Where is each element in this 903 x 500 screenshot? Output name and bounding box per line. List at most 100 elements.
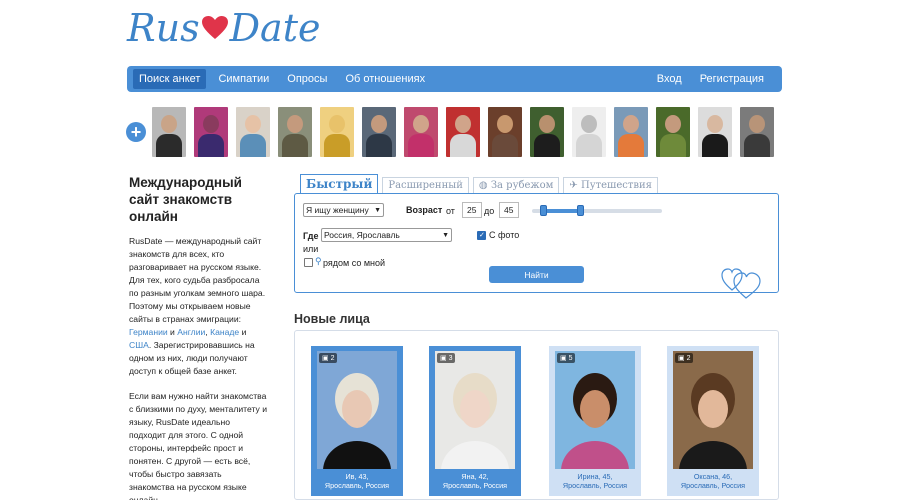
profile-thumbnail[interactable]: [698, 107, 732, 157]
profile-thumbnail[interactable]: [236, 107, 270, 157]
nav-search-profiles[interactable]: Поиск анкет: [133, 69, 207, 89]
link-usa[interactable]: США: [129, 340, 149, 350]
profile-thumbnail[interactable]: [152, 107, 186, 157]
tab-abroad[interactable]: ◍ За рубежом: [472, 177, 560, 194]
profile-card[interactable]: ▣ 3 Яна, 42, Ярославль, Россия: [429, 346, 521, 496]
thumbnail-body: [576, 134, 602, 157]
camera-icon: ▣: [678, 355, 685, 362]
logo-text-left: Rus: [127, 6, 200, 50]
profile-photo-image: [323, 373, 391, 469]
age-from-input[interactable]: 25: [462, 202, 482, 218]
nav-sympathies[interactable]: Симпатии: [212, 69, 275, 89]
chevron-down-icon: ▼: [374, 206, 381, 214]
thumbnail-body: [156, 134, 182, 157]
thumbnail-body: [450, 134, 476, 157]
intro-text-part: . Зарегистрировавшись на одном из них, л…: [129, 340, 255, 376]
seek-select[interactable]: Я ищу женщину ▼: [303, 203, 384, 217]
profile-city: Ярославль, Россия: [324, 481, 390, 490]
profile-thumbnail[interactable]: [320, 107, 354, 157]
nav-about-relationships[interactable]: Об отношениях: [339, 69, 431, 89]
profile-thumbnail[interactable]: [278, 107, 312, 157]
thumbnail-body: [366, 134, 392, 157]
age-slider-handle-min[interactable]: [540, 205, 547, 216]
intro-text-part: и: [239, 327, 247, 337]
profile-thumbnail[interactable]: [572, 107, 606, 157]
main-navbar: Поиск анкет Симпатии Опросы Об отношения…: [127, 66, 782, 92]
profile-city: Ярославль, Россия: [680, 481, 746, 490]
intro-title: Международный сайт знакомств онлайн: [129, 175, 242, 224]
profile-thumbnail[interactable]: [530, 107, 564, 157]
age-label: Возраст: [406, 205, 443, 215]
photo-count: 2: [330, 355, 335, 362]
profile-name-age: Ирина, 45,: [577, 472, 613, 481]
profile-name-age: Оксана, 46,: [693, 472, 733, 481]
nearby-checkbox[interactable]: [304, 258, 313, 267]
thumbnail-head: [203, 115, 219, 133]
thumbnail-head: [665, 115, 681, 133]
thumbnail-head: [455, 115, 471, 133]
globe-icon: ◍: [478, 180, 488, 191]
profile-thumbnail[interactable]: [656, 107, 690, 157]
nav-polls[interactable]: Опросы: [281, 69, 333, 89]
or-label: или: [303, 244, 319, 254]
thumbnail-body: [282, 134, 308, 157]
add-photo-button[interactable]: +: [126, 122, 146, 142]
site-logo[interactable]: Rus Date: [127, 6, 320, 50]
thumbnail-body: [618, 134, 644, 157]
profile-card[interactable]: ▣ 5 Ирина, 45, Ярославль, Россия: [549, 346, 641, 496]
hearts-decoration-icon: [721, 268, 761, 299]
profile-photo-image: [441, 373, 509, 469]
where-label: Где: [303, 231, 319, 241]
thumbnail-head: [329, 115, 345, 133]
profile-thumbnail[interactable]: [404, 107, 438, 157]
profile-thumbnail[interactable]: [740, 107, 774, 157]
profile-thumbnail[interactable]: [488, 107, 522, 157]
tab-travel[interactable]: ✈ Путешествия: [563, 177, 658, 194]
profile-thumbnail[interactable]: [446, 107, 480, 157]
nav-login[interactable]: Вход: [651, 69, 688, 89]
location-select[interactable]: Россия, Ярославль ▼: [321, 228, 452, 242]
profile-thumbnail[interactable]: [194, 107, 228, 157]
age-slider-handle-max[interactable]: [577, 205, 584, 216]
tab-advanced[interactable]: Расширенный: [382, 177, 469, 194]
profile-thumbnail[interactable]: [362, 107, 396, 157]
thumbnail-head: [245, 115, 261, 133]
photo-count-badge: ▣ 2: [675, 353, 694, 363]
new-faces-title: Новые лица: [294, 312, 370, 326]
profile-photo[interactable]: ▣ 5: [555, 351, 635, 469]
camera-icon: ▣: [440, 355, 447, 362]
link-england[interactable]: Англии: [177, 327, 205, 337]
heart-icon: [201, 6, 229, 50]
profile-thumbnail[interactable]: [614, 107, 648, 157]
nearby-label: рядом со мной: [323, 258, 386, 268]
camera-icon: ▣: [560, 355, 567, 362]
age-to-input[interactable]: 45: [499, 202, 519, 218]
intro-section: Международный сайт знакомств онлайн RusD…: [129, 174, 269, 500]
thumbnail-head: [371, 115, 387, 133]
tab-quick[interactable]: Быстрый: [300, 174, 379, 194]
thumbnail-body: [408, 134, 434, 157]
link-canada[interactable]: Канаде: [210, 327, 239, 337]
intro-text: RusDate — международный сайт знакомств д…: [129, 235, 269, 500]
photo-count: 5: [568, 355, 573, 362]
age-to-label: до: [484, 206, 495, 216]
tab-abroad-label: За рубежом: [490, 180, 554, 191]
profile-card[interactable]: ▣ 2 Ив, 43, Ярославль, Россия: [311, 346, 403, 496]
profile-photo[interactable]: ▣ 3: [435, 351, 515, 469]
profile-card[interactable]: ▣ 2 Оксана, 46, Ярославль, Россия: [667, 346, 759, 496]
find-button[interactable]: Найти: [489, 266, 584, 283]
thumbnail-head: [287, 115, 303, 133]
link-germany[interactable]: Германии: [129, 327, 168, 337]
profile-name-age: Ив, 43,: [345, 472, 369, 481]
thumbnail-body: [198, 134, 224, 157]
with-photo-checkbox[interactable]: [477, 231, 486, 240]
photo-count-badge: ▣ 5: [557, 353, 576, 363]
photo-count-badge: ▣ 2: [319, 353, 338, 363]
thumbnail-head: [413, 115, 429, 133]
seek-select-value: Я ищу женщину: [306, 205, 369, 215]
profile-photo[interactable]: ▣ 2: [673, 351, 753, 469]
profile-photo[interactable]: ▣ 2: [317, 351, 397, 469]
profile-name-age: Яна, 42,: [461, 472, 489, 481]
nav-register[interactable]: Регистрация: [694, 69, 770, 89]
thumbnail-head: [707, 115, 723, 133]
